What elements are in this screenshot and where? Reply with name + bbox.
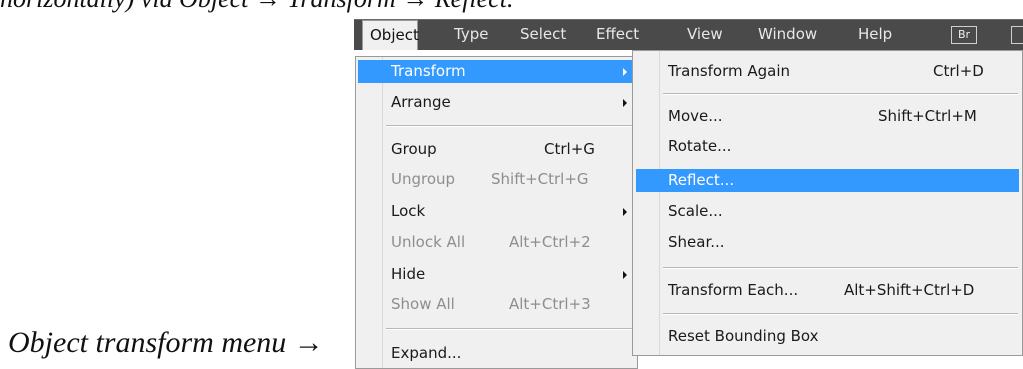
menu-item-label: Scale... — [668, 202, 723, 220]
submenu-arrow-icon — [623, 99, 627, 107]
transform-submenu: Transform Again Ctrl+D Move... Shift+Ctr… — [632, 50, 1023, 356]
menu-item-rotate[interactable]: Rotate... — [635, 135, 1020, 158]
menu-item-label: Reflect... — [668, 171, 735, 189]
menu-item-label: Lock — [391, 202, 426, 220]
menu-item-shortcut: Ctrl+G — [544, 140, 595, 158]
menu-item-reset-bounding-box[interactable]: Reset Bounding Box — [635, 325, 1020, 348]
menu-item-shortcut: Shift+Ctrl+M — [878, 107, 977, 125]
menu-item-shortcut: Shift+Ctrl+G — [491, 170, 589, 188]
menu-item-expand[interactable]: Expand... — [358, 342, 635, 365]
menu-item-label: Shear... — [668, 233, 725, 251]
menu-item-label: Transform Again — [668, 62, 791, 80]
menu-item-transform-each[interactable]: Transform Each... Alt+Shift+Ctrl+D — [635, 279, 1020, 302]
menu-item-scale[interactable]: Scale... — [635, 200, 1020, 223]
menu-item-label: Reset Bounding Box — [668, 327, 819, 345]
menu-type[interactable]: Type — [454, 20, 488, 50]
menu-item-label: Show All — [391, 295, 455, 313]
menu-item-hide[interactable]: Hide — [358, 263, 635, 286]
menu-item-label: Transform Each... — [668, 281, 799, 299]
menu-select[interactable]: Select — [520, 20, 566, 50]
submenu-arrow-icon — [623, 208, 627, 216]
menu-item-label: Expand... — [391, 344, 462, 362]
menu-help[interactable]: Help — [858, 20, 892, 50]
menu-item-transform[interactable]: Transform — [358, 60, 635, 83]
menu-item-arrange[interactable]: Arrange — [358, 91, 635, 114]
menu-item-ungroup: Ungroup Shift+Ctrl+G — [358, 168, 635, 191]
object-menu: Transform Arrange Group Ctrl+G Ungroup S… — [355, 56, 638, 369]
menu-view[interactable]: View — [687, 20, 723, 50]
menu-item-label: Unlock All — [391, 233, 466, 251]
menu-item-label: Rotate... — [668, 137, 732, 155]
document-caption-top: horizontally) via Object → Transform → R… — [0, 0, 513, 14]
menu-item-shortcut: Ctrl+D — [933, 62, 984, 80]
menu-item-transform-again[interactable]: Transform Again Ctrl+D — [635, 60, 1020, 83]
menu-item-reflect[interactable]: Reflect... — [636, 169, 1019, 192]
menu-item-group[interactable]: Group Ctrl+G — [358, 138, 635, 161]
menu-item-label: Ungroup — [391, 170, 456, 188]
menu-item-shear[interactable]: Shear... — [635, 231, 1020, 254]
document-caption: Object transform menu → — [8, 326, 324, 359]
submenu-arrow-icon — [623, 68, 627, 76]
menu-item-label: Hide — [391, 265, 426, 283]
submenu-arrow-icon — [623, 271, 627, 279]
menu-item-shortcut: Alt+Shift+Ctrl+D — [844, 281, 975, 299]
menu-item-shortcut: Alt+Ctrl+2 — [509, 233, 591, 251]
menu-item-show-all: Show All Alt+Ctrl+3 — [358, 293, 635, 316]
menu-item-label: Arrange — [391, 93, 451, 111]
bridge-icon[interactable]: Br — [951, 26, 977, 44]
stock-icon[interactable] — [1011, 26, 1023, 44]
menu-item-shortcut: Alt+Ctrl+3 — [509, 295, 591, 313]
menu-window[interactable]: Window — [758, 20, 817, 50]
menu-item-move[interactable]: Move... Shift+Ctrl+M — [635, 105, 1020, 128]
menu-object[interactable]: Object — [362, 20, 419, 50]
menu-item-lock[interactable]: Lock — [358, 200, 635, 223]
menu-item-unlock-all: Unlock All Alt+Ctrl+2 — [358, 231, 635, 254]
menu-item-label: Group — [391, 140, 437, 158]
menu-item-label: Transform — [391, 62, 466, 80]
menu-item-label: Move... — [668, 107, 723, 125]
menu-effect[interactable]: Effect — [596, 20, 639, 50]
menu-bar: Object Type Select Effect View Window He… — [354, 19, 1023, 50]
